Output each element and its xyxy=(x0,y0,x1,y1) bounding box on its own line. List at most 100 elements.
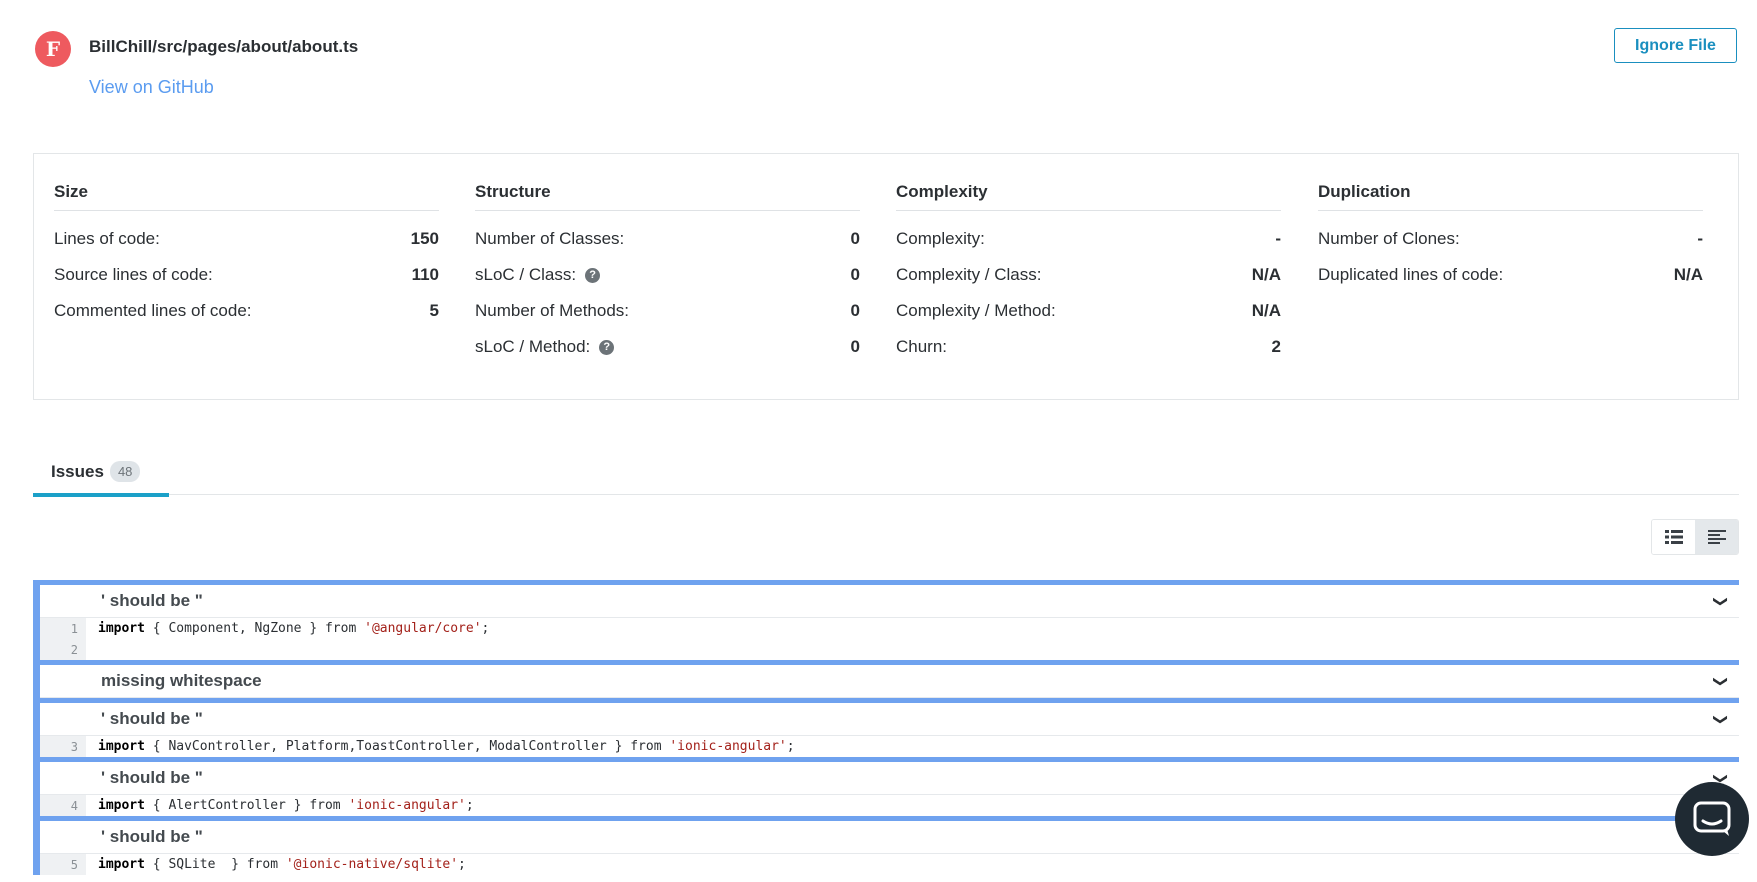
grade-badge: F xyxy=(35,31,71,67)
metric-value: 0 xyxy=(850,229,860,248)
metric-label: Complexity / Method: xyxy=(896,301,1056,320)
code-text: import { Component, NgZone } from '@angu… xyxy=(98,621,490,636)
code-snippet: 1 import { Component, NgZone } from '@ang… xyxy=(40,618,1739,660)
code-snippet: 4 import { AlertController } from 'ionic-… xyxy=(40,795,1739,816)
metric-row: Source lines of code: 110 xyxy=(54,257,439,293)
issue-header[interactable]: missing whitespace ❯ xyxy=(40,665,1739,698)
tab-bar: Issues 48 xyxy=(33,450,1739,497)
chevron-down-icon[interactable]: ❯ xyxy=(1713,595,1730,607)
metric-value: 110 xyxy=(411,265,439,284)
metric-label: sLoC / Method: xyxy=(475,337,591,356)
issue-title: ' should be " xyxy=(101,827,203,846)
issue-title: ' should be " xyxy=(101,709,203,728)
metric-label: Commented lines of code: xyxy=(54,301,252,320)
issues-count-badge: 48 xyxy=(109,461,141,482)
metric-row: Commented lines of code: 5 xyxy=(54,293,439,329)
ignore-file-button[interactable]: Ignore File xyxy=(1614,28,1737,63)
metric-row: sLoC / Class:? 0 xyxy=(475,257,860,293)
metric-label: Lines of code: xyxy=(54,229,160,248)
complexity-metrics: Complexity Complexity: - Complexity / Cla… xyxy=(896,182,1281,365)
issue-item: missing whitespace ❯ xyxy=(33,660,1739,698)
code-view-button[interactable] xyxy=(1695,520,1738,554)
view-on-github-link[interactable]: View on GitHub xyxy=(89,77,214,98)
size-heading: Size xyxy=(54,182,439,211)
issue-item: ' should be " ❯ 4 import { AlertControlle… xyxy=(33,757,1739,816)
issue-item: ' should be " ❯ 3 import { NavController,… xyxy=(33,698,1739,757)
metric-value: - xyxy=(1275,229,1281,248)
issue-item: ' should be " ❯ 1 import { Component, NgZ… xyxy=(33,580,1739,660)
code-text: import { AlertController } from 'ionic-a… xyxy=(98,798,474,813)
metric-label-with-help: sLoC / Class:? xyxy=(475,265,601,285)
metric-label: Complexity / Class: xyxy=(896,265,1042,284)
metric-row: sLoC / Method:? 0 xyxy=(475,329,860,365)
list-view-icon xyxy=(1664,530,1683,544)
help-icon[interactable]: ? xyxy=(585,267,601,283)
metric-row: Complexity / Method: N/A xyxy=(896,293,1281,329)
list-view-button[interactable] xyxy=(1652,520,1695,554)
metric-label: sLoC / Class: xyxy=(475,265,577,284)
metric-label: Duplicated lines of code: xyxy=(1318,265,1504,284)
metric-row: Number of Clones: - xyxy=(1318,221,1703,257)
file-path-title: BillChill/src/pages/about/about.ts xyxy=(89,37,359,56)
metric-label-with-help: sLoC / Method:? xyxy=(475,337,615,357)
chat-launcher-button[interactable] xyxy=(1675,782,1749,856)
chevron-down-icon[interactable]: ❯ xyxy=(1713,675,1730,687)
issue-header[interactable]: ' should be " ❯ xyxy=(40,762,1739,795)
metric-row: Duplicated lines of code: N/A xyxy=(1318,257,1703,293)
metric-value: 0 xyxy=(850,337,860,356)
metric-value: 150 xyxy=(410,229,439,248)
metric-value: 0 xyxy=(850,265,860,284)
tab-issues-label: Issues xyxy=(51,461,104,481)
metric-label: Number of Clones: xyxy=(1318,229,1460,248)
metric-value: 2 xyxy=(1271,337,1281,356)
metric-value: 0 xyxy=(850,301,860,320)
code-snippet: 5 import { SQLite } from '@ionic-native/s… xyxy=(40,854,1739,875)
code-line: 4 import { AlertController } from 'ionic-… xyxy=(40,795,1739,816)
metric-label: Number of Classes: xyxy=(475,229,625,248)
metric-row: Number of Methods: 0 xyxy=(475,293,860,329)
metric-row: Churn: 2 xyxy=(896,329,1281,365)
metric-label: Churn: xyxy=(896,337,948,356)
line-number: 5 xyxy=(40,854,86,875)
issue-title: ' should be " xyxy=(101,768,203,787)
code-line: 5 import { SQLite } from '@ionic-native/s… xyxy=(40,854,1739,875)
metric-value: N/A xyxy=(1673,265,1703,284)
issue-header[interactable]: ' should be " ❯ xyxy=(40,585,1739,618)
metric-label: Complexity: xyxy=(896,229,985,248)
code-snippet: 3 import { NavController, Platform,ToastC… xyxy=(40,736,1739,757)
metric-value: N/A xyxy=(1251,301,1281,320)
code-text: import { NavController, Platform,ToastCo… xyxy=(98,739,795,754)
metric-label: Source lines of code: xyxy=(54,265,213,284)
issue-title: ' should be " xyxy=(101,591,203,610)
issue-header[interactable]: ' should be " ❯ xyxy=(40,703,1739,736)
metric-row: Number of Classes: 0 xyxy=(475,221,860,257)
metric-label: Number of Methods: xyxy=(475,301,630,320)
metrics-panel: Size Lines of code: 150 Source lines of c… xyxy=(33,153,1739,400)
size-metrics: Size Lines of code: 150 Source lines of c… xyxy=(54,182,439,329)
line-number: 4 xyxy=(40,795,86,816)
line-number: 1 xyxy=(40,618,86,639)
structure-metrics: Structure Number of Classes: 0 sLoC / Cla… xyxy=(475,182,860,365)
metric-value: 5 xyxy=(429,301,439,320)
metric-value: N/A xyxy=(1251,265,1281,284)
structure-heading: Structure xyxy=(475,182,860,211)
code-text: import { SQLite } from '@ionic-native/sq… xyxy=(98,857,466,872)
metric-value: - xyxy=(1697,229,1703,248)
help-icon[interactable]: ? xyxy=(599,339,615,355)
duplication-heading: Duplication xyxy=(1318,182,1703,211)
metric-row: Complexity: - xyxy=(896,221,1281,257)
issue-title: missing whitespace xyxy=(101,671,262,690)
chat-icon xyxy=(1693,801,1731,836)
chevron-down-icon[interactable]: ❯ xyxy=(1713,713,1730,725)
metric-row: Lines of code: 150 xyxy=(54,221,439,257)
tab-issues[interactable]: Issues 48 xyxy=(33,450,169,497)
view-toggle xyxy=(1651,519,1739,555)
metric-row: Complexity / Class: N/A xyxy=(896,257,1281,293)
line-number: 3 xyxy=(40,736,86,757)
issue-item: ' should be " ❯ 5 import { SQLite } from … xyxy=(33,816,1739,875)
duplication-metrics: Duplication Number of Clones: - Duplicate… xyxy=(1318,182,1703,293)
line-number: 2 xyxy=(40,639,86,660)
align-left-icon xyxy=(1707,530,1726,544)
code-line: 1 import { Component, NgZone } from '@ang… xyxy=(40,618,1739,639)
issue-header[interactable]: ' should be " ❯ xyxy=(40,821,1739,854)
